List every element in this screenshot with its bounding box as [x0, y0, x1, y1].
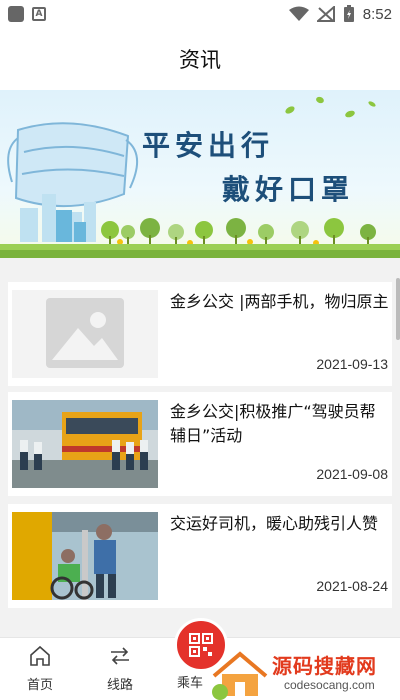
watermark: 源码搜藏网 codesocang.com	[208, 646, 400, 700]
battery-icon	[343, 5, 354, 22]
news-item[interactable]: 金乡公交|积极推广“驾驶员帮辅日”活动 2021-09-08	[8, 392, 392, 496]
scrollbar[interactable]	[396, 278, 400, 340]
home-icon	[30, 645, 50, 666]
banner-text-line2: 戴好口罩	[222, 173, 355, 206]
a-badge-icon: A	[32, 7, 46, 21]
watermark-title: 源码搜藏网	[272, 654, 377, 678]
news-date: 2021-09-08	[316, 466, 388, 482]
news-thumbnail	[12, 512, 158, 600]
placeholder-image-icon	[46, 298, 124, 368]
nav-home-label: 首页	[26, 678, 53, 693]
news-date: 2021-08-24	[316, 578, 388, 594]
page-title: 资讯	[179, 48, 221, 72]
news-title: 金乡公交 |两部手机，物归原主	[170, 292, 389, 311]
nav-home[interactable]: 首页	[10, 644, 70, 693]
news-title: 交运好司机，暖心助残引人赞	[170, 514, 379, 533]
news-title: 金乡公交|积极推广“驾驶员帮辅日”活动	[170, 402, 376, 445]
clock: 8:52	[362, 5, 392, 23]
news-thumbnail	[12, 290, 158, 378]
wifi-icon	[288, 6, 309, 21]
bus-interior-photo	[12, 512, 158, 600]
notification-icon	[8, 6, 24, 22]
no-signal-icon	[316, 6, 335, 22]
page-header: 资讯	[0, 28, 400, 90]
banner-text-line1: 平安出行	[142, 129, 275, 162]
news-date: 2021-09-13	[316, 356, 388, 372]
route-icon	[111, 647, 129, 665]
watermark-url: codesocang.com	[284, 678, 375, 692]
status-bar: A 8:52	[0, 0, 400, 28]
nav-route[interactable]: 线路	[90, 644, 150, 693]
news-thumbnail	[12, 400, 158, 488]
nav-route-label: 线路	[106, 678, 133, 693]
face-mask-icon	[7, 122, 138, 208]
bus-cleaning-photo	[12, 400, 158, 488]
news-item[interactable]: 金乡公交 |两部手机，物归原主 2021-09-13	[8, 282, 392, 386]
house-logo-icon	[212, 651, 268, 700]
news-item[interactable]: 交运好司机，暖心助残引人赞 2021-08-24	[8, 504, 392, 608]
banner[interactable]: 平安出行 戴好口罩	[0, 90, 400, 258]
